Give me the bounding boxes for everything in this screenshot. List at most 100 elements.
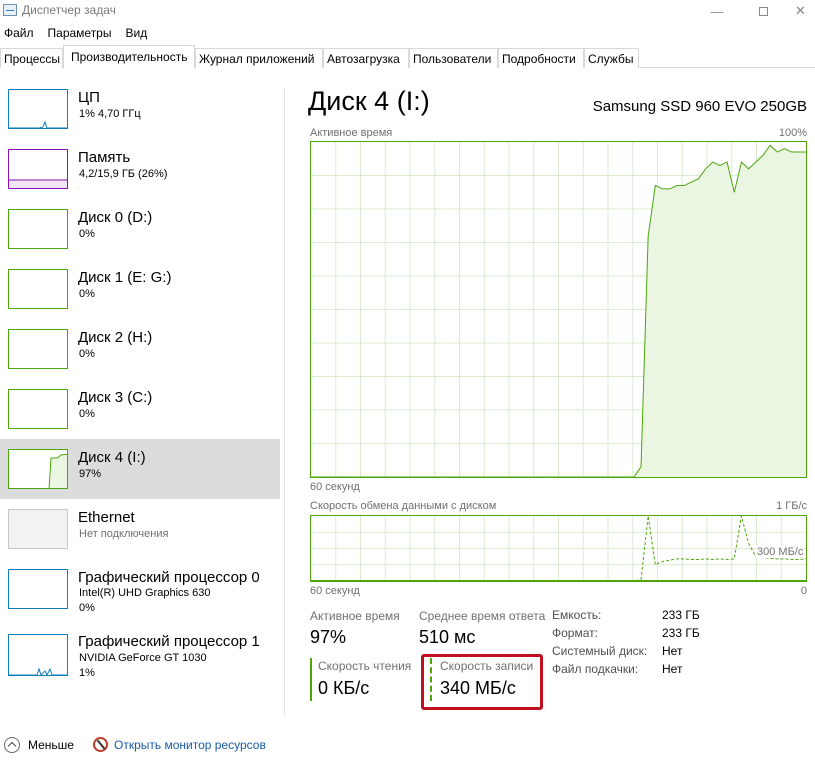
- transfer-chart-min: 0: [800, 585, 807, 597]
- resource-stat: 4,2/15,9 ГБ (26%): [79, 168, 168, 180]
- window-title: Диспетчер задач: [22, 3, 116, 17]
- disk-4-fill: [49, 454, 67, 488]
- response-time-label: Среднее время ответа: [419, 609, 546, 623]
- maximize-icon: [758, 6, 768, 16]
- pagefile-value: Нет: [662, 662, 683, 676]
- disk-2-thumbnail: [8, 329, 68, 369]
- resource-gpu-0[interactable]: Графический процессор 0 Intel(R) UHD Gra…: [0, 564, 280, 624]
- resource-name: Диск 0 (D:): [78, 209, 153, 226]
- resource-disk-1[interactable]: Диск 1 (E: G:) 0%: [0, 264, 280, 324]
- resource-name: Графический процессор 0: [78, 569, 260, 586]
- write-speed-highlight: [421, 654, 543, 710]
- menu-bar: Файл Параметры Вид: [0, 23, 159, 43]
- tab-details[interactable]: Подробности: [498, 48, 584, 68]
- title-bar: Диспетчер задач — ✕: [0, 0, 815, 22]
- gpu-0-thumbnail: [8, 569, 68, 609]
- disk-0-thumbnail: [8, 209, 68, 249]
- tab-app-history[interactable]: Журнал приложений: [195, 48, 323, 68]
- memory-fill: [9, 180, 67, 188]
- resource-stat: 0%: [79, 288, 95, 300]
- read-speed-legend: [310, 658, 312, 701]
- transfer-annotation: 300 МБ/с: [756, 546, 805, 558]
- transfer-rate-plot: [311, 515, 807, 582]
- resource-stat-2: 1%: [79, 667, 95, 679]
- resource-stat: 0%: [79, 348, 95, 360]
- active-chart-time: 60 секунд: [310, 481, 360, 493]
- chevron-up-icon[interactable]: [4, 737, 20, 753]
- resource-stat: 97%: [79, 468, 102, 480]
- response-time-value: 510 мс: [419, 627, 476, 647]
- system-disk-value: Нет: [662, 644, 683, 658]
- tab-performance[interactable]: Производительность: [63, 45, 195, 69]
- tab-users[interactable]: Пользователи: [409, 48, 498, 68]
- resource-disk-4[interactable]: Диск 4 (I:) 97%: [0, 439, 280, 499]
- minimize-icon: —: [710, 3, 724, 19]
- close-button[interactable]: ✕: [786, 0, 815, 22]
- open-resource-monitor-link[interactable]: Открыть монитор ресурсов: [114, 738, 266, 752]
- resource-name: Диск 2 (H:): [78, 329, 153, 346]
- active-chart-max: 100%: [778, 127, 807, 139]
- transfer-chart-label: Скорость обмена данными с диском: [310, 500, 497, 512]
- resource-stat: 0%: [79, 228, 95, 240]
- disk-4-thumbnail: [8, 449, 68, 489]
- transfer-chart-max: 1 ГБ/с: [776, 500, 807, 512]
- resource-stat: Intel(R) UHD Graphics 630: [79, 587, 211, 599]
- resource-disk-0[interactable]: Диск 0 (D:) 0%: [0, 204, 280, 264]
- system-disk-label: Системный диск:: [552, 644, 648, 658]
- thumbnail-line: [9, 120, 67, 128]
- fewer-details-button[interactable]: Меньше: [28, 738, 74, 752]
- format-value: 233 ГБ: [662, 626, 700, 640]
- transfer-chart-time: 60 секунд: [310, 585, 360, 597]
- task-manager-icon: [3, 4, 17, 16]
- resource-disk-2[interactable]: Диск 2 (H:) 0%: [0, 324, 280, 384]
- active-time-plot: [311, 142, 806, 478]
- panel-divider[interactable]: [284, 88, 285, 716]
- thumbnail-line: [9, 667, 67, 675]
- resource-name: ЦП: [78, 89, 100, 106]
- menu-options[interactable]: Параметры: [46, 23, 114, 43]
- resource-stat: 1% 4,70 ГГц: [79, 108, 141, 120]
- resource-ethernet[interactable]: Ethernet Нет подключения: [0, 504, 280, 564]
- active-time-value: 97%: [310, 627, 347, 647]
- disk-1-thumbnail: [8, 269, 68, 309]
- cpu-thumbnail: [8, 89, 68, 129]
- resource-stat: 0%: [79, 408, 95, 420]
- active-chart-label: Активное время: [310, 127, 393, 139]
- format-label: Формат:: [552, 626, 598, 640]
- menu-file[interactable]: Файл: [2, 23, 36, 43]
- active-time-label: Активное время: [310, 609, 400, 623]
- page-title: Диск 4 (I:): [308, 86, 430, 116]
- resource-name: Диск 3 (C:): [78, 389, 153, 406]
- memory-thumbnail: [8, 149, 68, 189]
- resource-name: Память: [78, 149, 131, 166]
- close-icon: ✕: [795, 3, 806, 18]
- resource-monitor-icon: [93, 737, 108, 752]
- read-speed-label: Скорость чтения: [318, 659, 412, 673]
- tab-startup[interactable]: Автозагрузка: [323, 48, 409, 68]
- capacity-label: Емкость:: [552, 608, 602, 622]
- maximize-button[interactable]: [740, 0, 786, 22]
- tab-bar: Процессы Производительность Журнал прило…: [0, 45, 815, 69]
- active-time-chart: [310, 141, 807, 478]
- resource-name: Диск 1 (E: G:): [78, 269, 172, 286]
- tab-services[interactable]: Службы: [584, 48, 639, 68]
- resource-stat-2: 0%: [79, 602, 95, 614]
- read-speed-value: 0 КБ/с: [318, 678, 370, 698]
- resource-disk-3[interactable]: Диск 3 (C:) 0%: [0, 384, 280, 444]
- footer: Меньше Открыть монитор ресурсов: [0, 734, 815, 756]
- resource-name: Графический процессор 1: [78, 633, 260, 650]
- transfer-rate-chart: 300 МБ/с: [310, 515, 807, 582]
- minimize-button[interactable]: —: [694, 0, 740, 22]
- resource-name: Ethernet: [78, 509, 135, 526]
- resource-stat: Нет подключения: [79, 528, 169, 540]
- resource-list: ЦП 1% 4,70 ГГц Память 4,2/15,9 ГБ (26%) …: [0, 84, 281, 706]
- ethernet-thumbnail: [8, 509, 68, 549]
- resource-memory[interactable]: Память 4,2/15,9 ГБ (26%): [0, 144, 280, 204]
- menu-view[interactable]: Вид: [123, 23, 149, 43]
- pagefile-label: Файл подкачки:: [552, 662, 639, 676]
- resource-gpu-1[interactable]: Графический процессор 1 NVIDIA GeForce G…: [0, 629, 280, 689]
- disk-3-thumbnail: [8, 389, 68, 429]
- capacity-value: 233 ГБ: [662, 608, 700, 622]
- tab-processes[interactable]: Процессы: [0, 48, 63, 68]
- resource-cpu[interactable]: ЦП 1% 4,70 ГГц: [0, 84, 280, 144]
